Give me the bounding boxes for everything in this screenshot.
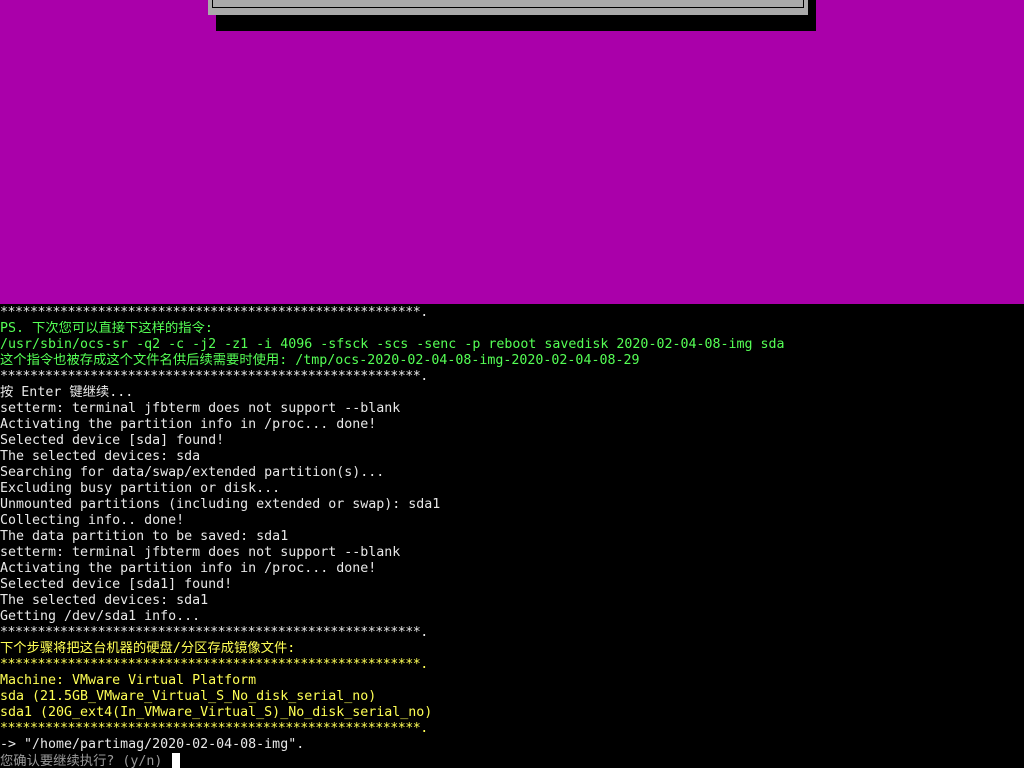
confirm-prompt-row[interactable]: 您确认要继续执行? (y/n) xyxy=(0,753,1024,768)
text-cursor[interactable] xyxy=(172,753,181,768)
disk-info: sda (21.5GB_VMware_Virtual_S_No_disk_ser… xyxy=(0,689,377,704)
separator-line: ****************************************… xyxy=(0,369,428,384)
log-line: Activating the partition info in /proc..… xyxy=(0,561,377,576)
separator-line: ****************************************… xyxy=(0,625,428,640)
dialog-box xyxy=(208,0,808,15)
log-line: Getting /dev/sda1 info... xyxy=(0,609,201,624)
hint-heading: PS. 下次您可以直接下这样的指令: xyxy=(0,321,213,336)
next-step-heading: 下个步骤将把这台机器的硬盘/分区存成镜像文件: xyxy=(0,641,296,656)
log-line: The selected devices: sda xyxy=(0,449,201,464)
dialog-background xyxy=(0,0,1024,304)
command-line: /usr/sbin/ocs-sr -q2 -c -j2 -z1 -i 4096 … xyxy=(0,337,785,352)
log-line: Collecting info.. done! xyxy=(0,513,185,528)
log-line: The selected devices: sda1 xyxy=(0,593,209,608)
machine-info: Machine: VMware Virtual Platform xyxy=(0,673,257,688)
log-line: Unmounted partitions (including extended… xyxy=(0,497,441,512)
log-line: Selected device [sda1] found! xyxy=(0,577,233,592)
confirm-prompt: 您确认要继续执行? (y/n) xyxy=(0,754,171,768)
dialog-inner-frame xyxy=(212,0,804,8)
partition-info: sda1 (20G_ext4(In_VMware_Virtual_S)_No_d… xyxy=(0,705,433,720)
saved-command-note: 这个指令也被存成这个文件名供后续需要时使用: /tmp/ocs-2020-02-… xyxy=(0,353,640,368)
log-line: Selected device [sda] found! xyxy=(0,433,225,448)
separator-line: ****************************************… xyxy=(0,305,428,320)
log-line: setterm: terminal jfbterm does not suppo… xyxy=(0,401,401,416)
terminal-screen: ****************************************… xyxy=(0,0,1024,768)
image-path-line: -> "/home/partimag/2020-02-04-08-img". xyxy=(0,737,305,752)
log-line: setterm: terminal jfbterm does not suppo… xyxy=(0,545,401,560)
log-line: The data partition to be saved: sda1 xyxy=(0,529,289,544)
log-line: Excluding busy partition or disk... xyxy=(0,481,281,496)
separator-line: ****************************************… xyxy=(0,657,428,672)
terminal-output[interactable]: ****************************************… xyxy=(0,305,1024,768)
log-line: Activating the partition info in /proc..… xyxy=(0,417,377,432)
log-line: Searching for data/swap/extended partiti… xyxy=(0,465,385,480)
separator-line: ****************************************… xyxy=(0,721,428,736)
press-enter-line: 按 Enter 键继续... xyxy=(0,385,134,400)
